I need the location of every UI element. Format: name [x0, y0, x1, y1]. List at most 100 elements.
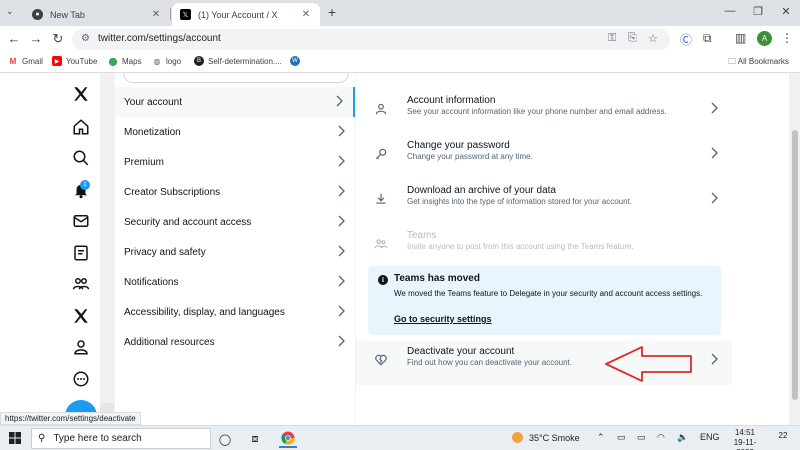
close-tab-icon[interactable]: ✕ — [300, 9, 312, 20]
bookmark-label: Self-determination.... — [208, 56, 282, 66]
chevron-right-icon — [338, 125, 345, 137]
tab-search-icon[interactable]: ⌄ — [6, 6, 14, 17]
settings-item-additional-resources[interactable]: Additional resources — [115, 327, 355, 357]
youtube-icon: ▶ — [52, 56, 62, 66]
close-window-button[interactable]: ✕ — [776, 5, 796, 18]
address-bar[interactable]: ⚙ twitter.com/settings/account ⚿ ⎘ ☆ — [72, 29, 670, 50]
chevron-right-icon — [338, 275, 345, 287]
settings-item-premium[interactable]: Premium — [115, 147, 355, 177]
tray-wifi-icon[interactable]: ◠ — [657, 432, 665, 443]
task-view-icon[interactable]: ⧈ — [246, 430, 264, 448]
install-app-icon[interactable]: ⎘ — [628, 32, 637, 45]
cortana-icon[interactable]: ◯ — [216, 430, 234, 448]
all-bookmarks-button[interactable]: 🗀 All Bookmarks — [728, 56, 789, 70]
lists-icon[interactable] — [68, 240, 94, 266]
x-logo-icon[interactable] — [68, 81, 94, 107]
action-center-notifications[interactable]: 22 — [776, 431, 790, 445]
minimize-button[interactable]: — — [720, 5, 740, 17]
premium-x-icon[interactable] — [68, 303, 94, 329]
language-indicator[interactable]: ENG — [700, 432, 720, 442]
tray-chevron-up-icon[interactable]: ⌃ — [597, 432, 605, 443]
row-title: Download an archive of your data — [407, 185, 556, 196]
row-title: Teams — [407, 230, 437, 241]
system-clock[interactable]: 14:51 19-11-2023 — [725, 428, 765, 450]
person-icon — [375, 103, 387, 115]
change-password-row[interactable]: Change your password Change your passwor… — [356, 135, 732, 179]
settings-item-accessibility[interactable]: Accessibility, display, and languages — [115, 297, 355, 327]
url-text[interactable]: twitter.com/settings/account — [98, 33, 221, 44]
settings-item-security[interactable]: Security and account access — [115, 207, 355, 237]
more-options-icon[interactable] — [68, 366, 94, 392]
menu-kebab-icon[interactable]: ⋮ — [781, 31, 793, 45]
x-logo-icon: 𝕏 — [180, 9, 191, 20]
settings-item-privacy[interactable]: Privacy and safety — [115, 237, 355, 267]
settings-item-monetization[interactable]: Monetization — [115, 117, 355, 147]
banner-body: We moved the Teams feature to Delegate i… — [394, 289, 703, 298]
profile-person-icon[interactable] — [68, 334, 94, 360]
chrome-taskbar-icon[interactable] — [279, 430, 297, 448]
settings-item-creator-subscriptions[interactable]: Creator Subscriptions — [115, 177, 355, 207]
close-tab-icon[interactable]: ✕ — [150, 9, 162, 20]
maps-icon: ⬤ — [108, 56, 118, 66]
settings-item-label: Accessibility, display, and languages — [124, 306, 285, 318]
bookmark-youtube[interactable]: ▶ YouTube — [52, 56, 97, 66]
back-arrow-icon[interactable]: ← — [6, 31, 22, 47]
bookmark-maps[interactable]: ⬤ Maps — [108, 56, 142, 66]
password-key-icon[interactable]: ⚿ — [608, 32, 616, 45]
tab-new-tab[interactable]: ● New Tab ✕ — [24, 3, 170, 26]
chevron-right-icon — [336, 95, 343, 107]
row-title: Change your password — [407, 140, 510, 151]
settings-item-label: Your account — [124, 96, 183, 108]
taskbar-search-input[interactable]: ⚲ Type here to search — [31, 428, 211, 449]
weather-widget[interactable]: 35°C Smoke — [512, 432, 580, 443]
tray-display-icon[interactable]: ▭ — [637, 432, 646, 443]
go-to-security-settings-link[interactable]: Go to security settings — [394, 314, 492, 324]
maximize-button[interactable]: ❐ — [748, 5, 768, 18]
side-panel-icon[interactable]: ▥ — [735, 31, 746, 45]
account-information-row[interactable]: Account information See your account inf… — [356, 90, 732, 134]
people-icon — [374, 239, 388, 249]
home-icon[interactable] — [68, 114, 94, 140]
settings-search-input[interactable] — [123, 73, 349, 83]
communities-icon[interactable] — [68, 271, 94, 297]
row-description: See your account information like your p… — [407, 107, 667, 116]
windows-start-icon[interactable] — [9, 432, 21, 444]
settings-item-your-account[interactable]: Your account — [115, 87, 355, 117]
messages-envelope-icon[interactable] — [68, 208, 94, 234]
extension-c-icon[interactable]: Ⓒ — [680, 31, 692, 48]
profile-avatar[interactable]: A — [757, 31, 772, 46]
row-title: Account information — [407, 95, 496, 106]
page-scrollbar-thumb[interactable] — [792, 130, 798, 400]
tray-volume-icon[interactable]: 🔈 — [677, 432, 688, 443]
forward-arrow-icon[interactable]: → — [28, 31, 44, 47]
settings-item-label: Notifications — [124, 276, 179, 288]
site-info-icon[interactable]: ⚙ — [81, 33, 90, 44]
clock-date: 19-11-2023 — [733, 438, 757, 450]
tab-your-account[interactable]: 𝕏 (1) Your Account / X ✕ — [172, 3, 320, 26]
bookmark-star-icon[interactable]: ☆ — [648, 32, 658, 45]
new-tab-button[interactable]: + — [324, 4, 340, 20]
tab-separator — [170, 8, 171, 20]
tray-network-icon[interactable]: ▭ — [617, 432, 626, 443]
chevron-right-icon — [711, 192, 718, 204]
folder-icon: 🗀 — [728, 57, 738, 66]
bookmark-gmail[interactable]: M Gmail — [8, 56, 43, 66]
chrome-newtab-icon: ● — [32, 9, 43, 20]
explore-search-icon[interactable] — [68, 145, 94, 171]
weather-sun-icon — [512, 432, 523, 443]
settings-item-label: Security and account access — [124, 216, 252, 228]
gmail-icon: M — [9, 56, 17, 66]
bookmark-wordpress[interactable]: W — [290, 56, 304, 66]
row-description: Find out how you can deactivate your acc… — [407, 358, 572, 367]
settings-item-notifications[interactable]: Notifications — [115, 267, 355, 297]
row-description: Change your password at any time. — [407, 152, 533, 161]
download-archive-row[interactable]: Download an archive of your data Get ins… — [356, 180, 732, 224]
reload-icon[interactable]: ↻ — [50, 31, 66, 47]
globe-icon: ◍ — [153, 56, 161, 66]
chevron-right-icon — [338, 335, 345, 347]
bookmark-logo[interactable]: ◍ logo — [152, 56, 182, 66]
tab-title: (1) Your Account / X — [198, 9, 278, 20]
settings-menu: Your account Monetization Premium Creato… — [114, 73, 356, 425]
extensions-puzzle-icon[interactable]: ⧉ — [703, 31, 712, 46]
bookmark-self-determination[interactable]: B Self-determination.... — [194, 56, 282, 66]
